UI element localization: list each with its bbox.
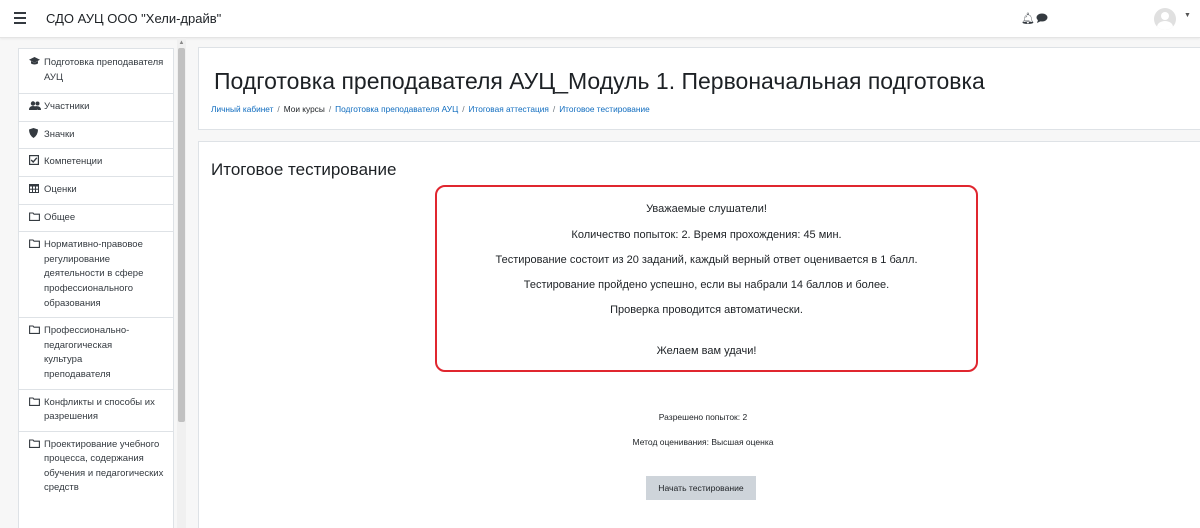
sidebar-item-label: Общее [44, 211, 76, 223]
page-header: Подготовка преподавателя АУЦ_Модуль 1. П… [198, 47, 1200, 130]
sidebar-item-grades[interactable]: Оценки [19, 177, 173, 205]
sidebar-item-label: Участники [44, 101, 90, 113]
breadcrumb-separator: / [462, 104, 465, 114]
breadcrumb-my-courses: Мои курсы [283, 104, 325, 114]
breadcrumb-activity[interactable]: Итоговое тестирование [559, 104, 649, 114]
folder-icon [29, 438, 41, 453]
intro-wish: Желаем вам удачи! [656, 345, 757, 357]
intro-attempts-time: Количество попыток: 2. Время прохождения… [571, 229, 842, 241]
site-name[interactable]: СДО АУЦ ООО "Хели-драйв" [46, 11, 221, 26]
sidebar-item-label: Нормативно-правовое регулирование деятел… [44, 239, 144, 309]
folder-icon [29, 238, 41, 253]
sidebar-item-label: Компетенции [44, 156, 103, 168]
sidebar-item-section-conflicts[interactable]: Конфликты и способы их разрешения [19, 390, 173, 432]
chat-icon[interactable] [1036, 13, 1048, 26]
graduation-cap-icon [29, 56, 41, 71]
sidebar-item-section-regulation[interactable]: Нормативно-правовое регулирование деятел… [19, 232, 173, 319]
quiz-content: Итоговое тестирование Уважаемые слушател… [198, 141, 1200, 528]
sidebar-item-general[interactable]: Общее [19, 205, 173, 233]
breadcrumb-separator: / [552, 104, 556, 114]
sidebar-item-course[interactable]: Подготовка преподавателя АУЦ [19, 49, 173, 95]
menu-icon[interactable] [12, 10, 28, 26]
bell-icon[interactable]: 🔔︎ [1021, 12, 1035, 25]
breadcrumb-section[interactable]: Итоговая аттестация [469, 104, 549, 114]
checkbox-icon [29, 155, 41, 170]
intro-structure: Тестирование состоит из 20 заданий, кажд… [495, 254, 918, 266]
sidebar-scrollbar[interactable]: ▲ [177, 38, 186, 528]
page-title: Подготовка преподавателя АУЦ_Модуль 1. П… [214, 68, 985, 94]
folder-icon [29, 396, 41, 411]
users-icon [29, 100, 41, 115]
quiz-intro-box: Уважаемые слушатели! Количество попыток:… [435, 185, 978, 372]
grading-method: Метод оценивания: Высшая оценка [632, 437, 774, 447]
sidebar-item-label: Подготовка преподавателя АУЦ [44, 57, 164, 83]
breadcrumb-course[interactable]: Подготовка преподавателя АУЦ [335, 104, 458, 114]
sidebar-item-label: Проектирование учебного процесса, содерж… [44, 438, 164, 494]
top-navbar: СДО АУЦ ООО "Хели-драйв" 🔔︎ ▼ [0, 0, 1200, 38]
shield-icon [29, 127, 41, 143]
breadcrumb-separator: / [277, 104, 280, 114]
sidebar-item-section-design[interactable]: Проектирование учебного процесса, содерж… [19, 432, 173, 502]
attempts-allowed: Разрешено попыток: 2 [658, 412, 748, 422]
folder-icon [29, 324, 41, 339]
caret-down-icon[interactable]: ▼ [1184, 12, 1191, 19]
intro-check-mode: Проверка проводится автоматически. [610, 304, 803, 316]
sidebar-item-competencies[interactable]: Компетенции [19, 149, 173, 177]
sidebar-item-label: Конфликты и способы их разрешения [44, 396, 155, 423]
sidebar-item-section-culture[interactable]: Профессионально-педагогическая культура … [19, 318, 173, 390]
scroll-up-arrow-icon[interactable]: ▲ [177, 39, 186, 47]
intro-pass-condition: Тестирование пройдено успешно, если вы н… [523, 279, 890, 291]
sidebar-item-label: Оценки [44, 183, 77, 195]
scroll-thumb[interactable] [178, 48, 185, 422]
sidebar-item-badges[interactable]: Значки [19, 122, 173, 150]
sidebar-item-label: Значки [44, 128, 75, 140]
user-avatar[interactable] [1154, 8, 1176, 30]
sidebar-item-label: Профессионально-педагогическая культура … [44, 325, 130, 380]
start-quiz-button[interactable]: Начать тестирование [646, 476, 756, 500]
breadcrumb-separator: / [328, 104, 332, 114]
quiz-title: Итоговое тестирование [211, 160, 397, 179]
sidebar-item-participants[interactable]: Участники [19, 94, 173, 122]
folder-icon [29, 211, 41, 226]
table-icon [29, 183, 41, 198]
course-sidebar: Подготовка преподавателя АУЦ Участники З… [18, 48, 174, 528]
breadcrumb-dashboard[interactable]: Личный кабинет [211, 104, 273, 114]
intro-greeting: Уважаемые слушатели! [646, 203, 767, 215]
breadcrumb: Личный кабинет / Мои курсы / Подготовка преп… [211, 104, 650, 114]
